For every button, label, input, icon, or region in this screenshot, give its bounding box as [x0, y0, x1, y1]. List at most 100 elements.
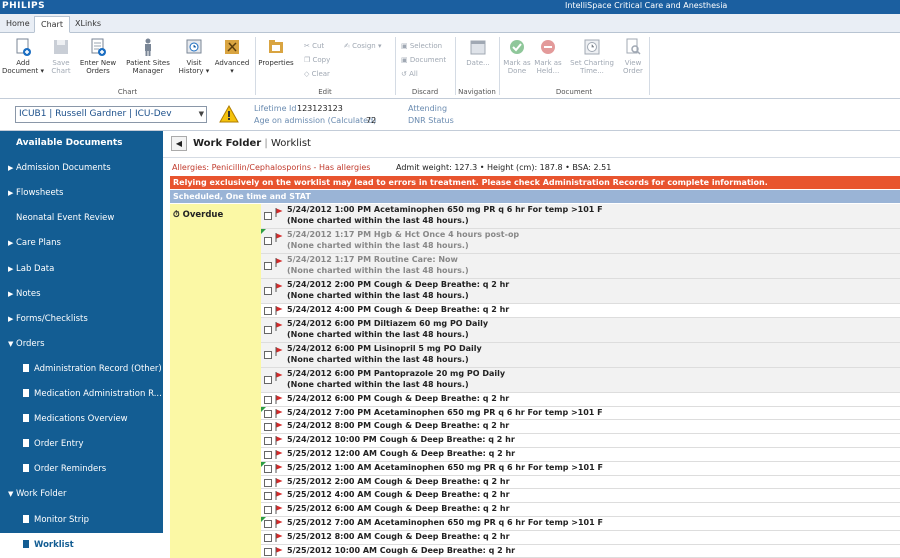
age-label: Age on admission (Calculated) — [254, 116, 377, 125]
section-header: Scheduled, One time and STAT — [170, 190, 900, 203]
row-checkbox[interactable] — [264, 519, 272, 528]
sidebar-item[interactable]: ▶ Notes — [0, 282, 163, 307]
cut-button[interactable]: ✂ Cut — [304, 42, 324, 50]
row-checkbox[interactable] — [264, 262, 272, 270]
worklist-row[interactable]: 5/24/2012 6:00 PM Pantoprazole 20 mg PO … — [261, 367, 900, 393]
date-button[interactable]: Date... — [460, 37, 496, 67]
sidebar-item[interactable]: ▼ Work Folder — [0, 482, 163, 507]
visit-history-button[interactable]: Visit History ▾ — [176, 37, 212, 75]
row-checkbox[interactable] — [264, 395, 272, 404]
row-checkbox[interactable] — [264, 287, 272, 295]
view-order-button[interactable]: View Order — [621, 37, 645, 75]
sidebar-item[interactable]: ▶ Admission Documents — [0, 156, 163, 181]
red-flag-icon — [275, 233, 283, 242]
sidebar-item-label: Lab Data — [16, 263, 55, 274]
worklist-row[interactable]: 5/24/2012 1:17 PM Hgb & Hct Once 4 hours… — [261, 229, 900, 254]
row-checkbox[interactable] — [264, 423, 272, 432]
tab-xlinks[interactable]: XLinks — [69, 16, 107, 33]
sidebar-item[interactable]: ▼ Orders — [0, 332, 163, 357]
red-flag-icon — [275, 422, 283, 432]
worklist-row[interactable]: 5/25/2012 10:00 AM Cough & Deep Breathe:… — [261, 544, 900, 558]
worklist-row[interactable]: 5/24/2012 6:00 PM Lisinopril 5 mg PO Dai… — [261, 342, 900, 368]
document-icon — [23, 439, 29, 448]
worklist-row[interactable]: 5/24/2012 7:00 PM Acetaminophen 650 mg P… — [261, 406, 900, 421]
worklist-row[interactable]: 5/25/2012 1:00 AM Acetaminophen 650 mg P… — [261, 461, 900, 476]
row-checkbox[interactable] — [264, 450, 272, 459]
worklist-row[interactable]: 5/24/2012 10:00 PM Cough & Deep Breathe:… — [261, 434, 900, 448]
back-button[interactable]: ◀ — [171, 136, 187, 151]
worklist-row[interactable]: 5/24/2012 1:00 PM Acetaminophen 650 mg P… — [261, 204, 900, 229]
worklist-row[interactable]: 5/24/2012 6:00 PM Diltiazem 60 mg PO Dai… — [261, 317, 900, 343]
worklist-row[interactable]: 5/24/2012 1:17 PM Routine Care: Now (None… — [261, 254, 900, 279]
row-checkbox[interactable] — [264, 547, 272, 556]
row-checkbox[interactable] — [264, 533, 272, 542]
cosign-button[interactable]: ✍ Cosign ▾ — [344, 42, 381, 50]
worklist-row[interactable]: 5/24/2012 6:00 PM Cough & Deep Breathe: … — [261, 392, 900, 407]
order-line: 5/24/2012 2:00 PM Cough & Deep Breathe: … — [287, 280, 510, 289]
worklist-row[interactable]: 5/24/2012 2:00 PM Cough & Deep Breathe: … — [261, 279, 900, 304]
worklist-row[interactable]: 5/24/2012 4:00 PM Cough & Deep Breathe: … — [261, 304, 900, 318]
sidebar-item-label: Admission Documents — [16, 163, 111, 174]
row-checkbox[interactable] — [264, 350, 272, 359]
sidebar-item[interactable]: Medications Overview — [0, 407, 163, 432]
row-checkbox[interactable] — [264, 506, 272, 515]
discard-document-button[interactable]: ▣ Document — [401, 56, 446, 64]
advanced-button[interactable]: Advanced ▾ — [213, 37, 251, 75]
row-checkbox[interactable] — [264, 212, 272, 220]
order-line: 5/25/2012 4:00 AM Cough & Deep Breathe: … — [287, 490, 510, 500]
save-chart-button[interactable]: Save Chart — [50, 37, 72, 75]
red-flag-icon — [275, 491, 283, 501]
clear-button[interactable]: ◇ Clear — [304, 70, 330, 78]
worklist-row[interactable]: 5/25/2012 8:00 AM Cough & Deep Breathe: … — [261, 530, 900, 545]
sidebar-item-label: Worklist — [34, 539, 74, 550]
sidebar-item[interactable]: ▶ Lab Data — [0, 257, 163, 282]
warning-icon[interactable] — [219, 105, 239, 123]
sidebar-item[interactable]: Worklist — [0, 532, 163, 558]
worklist-row[interactable]: 5/25/2012 2:00 AM Cough & Deep Breathe: … — [261, 475, 900, 490]
sidebar-item[interactable]: ▶ Care Plans — [0, 231, 163, 256]
age-value: 72 — [366, 116, 377, 125]
enter-new-orders-button[interactable]: Enter New Orders — [76, 37, 120, 75]
row-checkbox[interactable] — [264, 325, 272, 334]
sidebar-item[interactable]: ▶ Flowsheets — [0, 181, 163, 206]
tab-home[interactable]: Home — [0, 16, 36, 33]
mark-as-done-button[interactable]: Mark as Done — [502, 37, 532, 75]
red-flag-icon — [275, 408, 283, 418]
patient-selector[interactable]: ICUB1 | Russell Gardner | ICU-Dev ▼ — [15, 106, 207, 123]
sidebar-item[interactable]: Monitor Strip — [0, 508, 163, 533]
worklist-row[interactable]: 5/25/2012 12:00 AM Cough & Deep Breathe:… — [261, 447, 900, 462]
worklist-row[interactable]: 5/25/2012 7:00 AM Acetaminophen 650 mg P… — [261, 516, 900, 531]
worklist-row[interactable]: 5/24/2012 8:00 PM Cough & Deep Breathe: … — [261, 420, 900, 435]
sidebar-item[interactable]: Order Entry — [0, 432, 163, 457]
discard-all-button[interactable]: ↺ All — [401, 70, 418, 78]
sidebar-item[interactable]: Medication Administration R... — [0, 382, 163, 407]
row-checkbox[interactable] — [264, 437, 272, 446]
sidebar-item[interactable]: ▶ Forms/Checklists — [0, 307, 163, 332]
set-charting-time-label: Set Charting Time... — [570, 59, 614, 75]
row-checkbox[interactable] — [264, 237, 272, 245]
row-checkbox[interactable] — [264, 492, 272, 501]
row-checkbox[interactable] — [264, 409, 272, 418]
document-icon — [23, 464, 29, 473]
properties-button[interactable]: Properties — [258, 37, 294, 67]
sidebar-item[interactable]: Order Reminders — [0, 457, 163, 482]
discard-selection-button[interactable]: ▣ Selection — [401, 42, 442, 50]
worklist-row[interactable]: 5/25/2012 6:00 AM Cough & Deep Breathe: … — [261, 503, 900, 517]
sidebar-item[interactable]: Neonatal Event Review — [0, 206, 163, 231]
sidebar-item-label: Administration Record (Other) — [34, 363, 162, 374]
mark-as-held-button[interactable]: Mark as Held... — [533, 37, 563, 75]
sidebar-item[interactable]: Administration Record (Other) — [0, 357, 163, 382]
row-checkbox[interactable] — [264, 464, 272, 473]
tab-chart[interactable]: Chart — [34, 16, 70, 33]
ribbon-separator — [455, 37, 456, 95]
patient-sites-manager-label: Patient Sites Manager — [126, 59, 170, 75]
row-checkbox[interactable] — [264, 375, 272, 384]
patient-sites-manager-button[interactable]: Patient Sites Manager — [123, 37, 173, 75]
worklist-row[interactable]: 5/25/2012 4:00 AM Cough & Deep Breathe: … — [261, 489, 900, 504]
add-document-button[interactable]: Add Document ▾ — [2, 37, 44, 75]
row-checkbox[interactable] — [264, 478, 272, 487]
copy-button[interactable]: ❐ Copy — [304, 56, 330, 64]
row-checkbox[interactable] — [264, 307, 272, 315]
order-line: 5/24/2012 7:00 PM Acetaminophen 650 mg P… — [287, 407, 603, 417]
set-charting-time-button[interactable]: Set Charting Time... — [564, 37, 620, 75]
